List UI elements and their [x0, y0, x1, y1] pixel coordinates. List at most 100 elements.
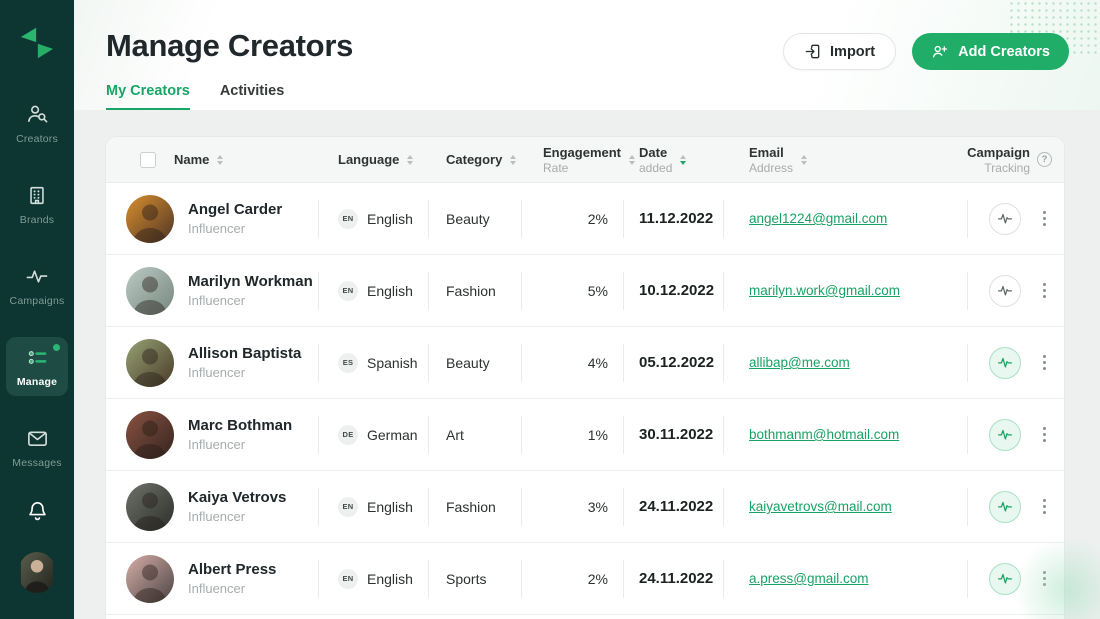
row-menu-button[interactable]: [1039, 495, 1050, 518]
campaign-tracking-button[interactable]: [989, 275, 1021, 307]
sort-arrows-icon: [510, 155, 516, 165]
engagement-rate-value: 2%: [521, 543, 623, 614]
sidebar-item-label: Messages: [12, 457, 61, 469]
creator-role: Influencer: [188, 293, 313, 308]
import-button[interactable]: Import: [783, 33, 896, 70]
manage-icon: [26, 346, 49, 369]
table-row: Marilyn Workman Influencer EN English Fa…: [106, 255, 1064, 327]
add-creators-button-label: Add Creators: [958, 44, 1050, 60]
column-header-language[interactable]: Language: [338, 152, 399, 167]
sidebar-item-label: Creators: [16, 133, 58, 145]
table-row: Kaiya Vetrovs Influencer EN English Fash…: [106, 471, 1064, 543]
pulse-icon: [997, 355, 1013, 370]
tab-my-creators[interactable]: My Creators: [106, 83, 190, 110]
engagement-rate-value: 1%: [521, 399, 623, 470]
sidebar-item-label: Brands: [20, 214, 54, 226]
table-row: Marc Bothman Influencer DE German Art 1%…: [106, 399, 1064, 471]
pulse-icon: [997, 499, 1013, 514]
email-link[interactable]: a.press@gmail.com: [749, 571, 869, 586]
sidebar-item-brands[interactable]: Brands: [6, 175, 68, 234]
column-header-email[interactable]: Email: [749, 145, 784, 160]
creator-avatar: [126, 483, 174, 531]
table-row: Angel Carder Influencer EN English Beaut…: [106, 183, 1064, 255]
help-icon[interactable]: ?: [1037, 152, 1052, 167]
column-header-category[interactable]: Category: [446, 152, 502, 167]
creator-role: Influencer: [188, 509, 286, 524]
date-added-value: 11.12.2022: [623, 183, 723, 254]
brands-icon: [26, 184, 48, 207]
app-window: Creators Brands Campaigns: [0, 0, 1100, 619]
column-header-name[interactable]: Name: [174, 152, 209, 167]
campaign-tracking-button[interactable]: [989, 419, 1021, 451]
language-code-badge: EN: [338, 209, 358, 229]
row-menu-button[interactable]: [1039, 423, 1050, 446]
email-link[interactable]: angel1224@gmail.com: [749, 211, 887, 226]
language-code-badge: ES: [338, 353, 358, 373]
campaign-tracking-button[interactable]: [989, 491, 1021, 523]
language-code-badge: DE: [338, 425, 358, 445]
import-button-label: Import: [830, 44, 875, 60]
pulse-icon: [997, 427, 1013, 442]
column-header-engagement[interactable]: Engagement: [543, 145, 621, 160]
main-area: Manage Creators Import Add Creators: [74, 0, 1100, 619]
creator-name: Allison Baptista: [188, 345, 301, 362]
creator-role: Influencer: [188, 437, 292, 452]
email-link[interactable]: bothmanm@hotmail.com: [749, 427, 899, 442]
creator-role: Influencer: [188, 365, 301, 380]
notifications-bell-button[interactable]: [26, 499, 49, 526]
campaign-tracking-button[interactable]: [989, 347, 1021, 379]
campaigns-icon: [25, 265, 49, 288]
pulse-icon: [997, 211, 1013, 226]
column-header-email-sub: Address: [749, 161, 793, 175]
add-creators-button[interactable]: Add Creators: [912, 33, 1069, 70]
email-link[interactable]: kaiyavetrovs@mail.com: [749, 499, 892, 514]
sidebar-item-messages[interactable]: Messages: [6, 418, 68, 477]
date-added-value: 30.11.2022: [623, 399, 723, 470]
campaign-tracking-button[interactable]: [989, 203, 1021, 235]
tab-activities[interactable]: Activities: [220, 83, 284, 110]
sidebar-item-creators[interactable]: Creators: [6, 94, 68, 153]
language-value: German: [367, 427, 418, 443]
sort-arrows-icon: [801, 155, 807, 165]
date-added-value: 24.11.2022: [623, 543, 723, 614]
bell-icon: [26, 499, 49, 523]
creators-table: Name Language Category Engagement Rate: [105, 136, 1065, 619]
user-avatar[interactable]: [19, 552, 55, 593]
category-value: Fashion: [428, 255, 521, 326]
language-code-badge: EN: [338, 281, 358, 301]
row-menu-button[interactable]: [1039, 351, 1050, 374]
user-avatar-image: [19, 552, 55, 593]
creator-avatar: [126, 339, 174, 387]
category-value: Beauty: [428, 183, 521, 254]
creator-role: Influencer: [188, 581, 276, 596]
email-link[interactable]: marilyn.work@gmail.com: [749, 283, 900, 298]
language-value: English: [367, 283, 413, 299]
category-value: Fashion: [428, 471, 521, 542]
row-menu-button[interactable]: [1039, 207, 1050, 230]
column-header-date[interactable]: Date: [639, 145, 667, 160]
sort-arrows-icon-active: [680, 155, 686, 165]
language-code-badge: EN: [338, 497, 358, 517]
creator-role: Influencer: [188, 221, 282, 236]
notification-dot: [53, 344, 60, 351]
creator-avatar: [126, 555, 174, 603]
creator-name: Marilyn Workman: [188, 273, 313, 290]
email-link[interactable]: allibap@me.com: [749, 355, 850, 370]
column-header-campaign: Campaign: [967, 145, 1030, 160]
category-value: Beauty: [428, 327, 521, 398]
row-menu-button[interactable]: [1039, 279, 1050, 302]
select-all-checkbox[interactable]: [140, 152, 156, 168]
creator-avatar: [126, 411, 174, 459]
sidebar-item-manage[interactable]: Manage: [6, 337, 68, 396]
messages-icon: [26, 427, 49, 450]
creator-name: Marc Bothman: [188, 417, 292, 434]
language-value: Spanish: [367, 355, 418, 371]
sidebar-item-campaigns[interactable]: Campaigns: [6, 256, 68, 315]
sidebar-item-label: Campaigns: [10, 295, 65, 307]
page-header: Manage Creators Import Add Creators: [74, 0, 1100, 110]
tab-bar: My Creators Activities: [106, 83, 284, 110]
creators-icon: [26, 103, 49, 126]
date-added-value: 05.12.2022: [623, 327, 723, 398]
table-body: Angel Carder Influencer EN English Beaut…: [106, 183, 1064, 615]
import-icon: [804, 43, 821, 60]
